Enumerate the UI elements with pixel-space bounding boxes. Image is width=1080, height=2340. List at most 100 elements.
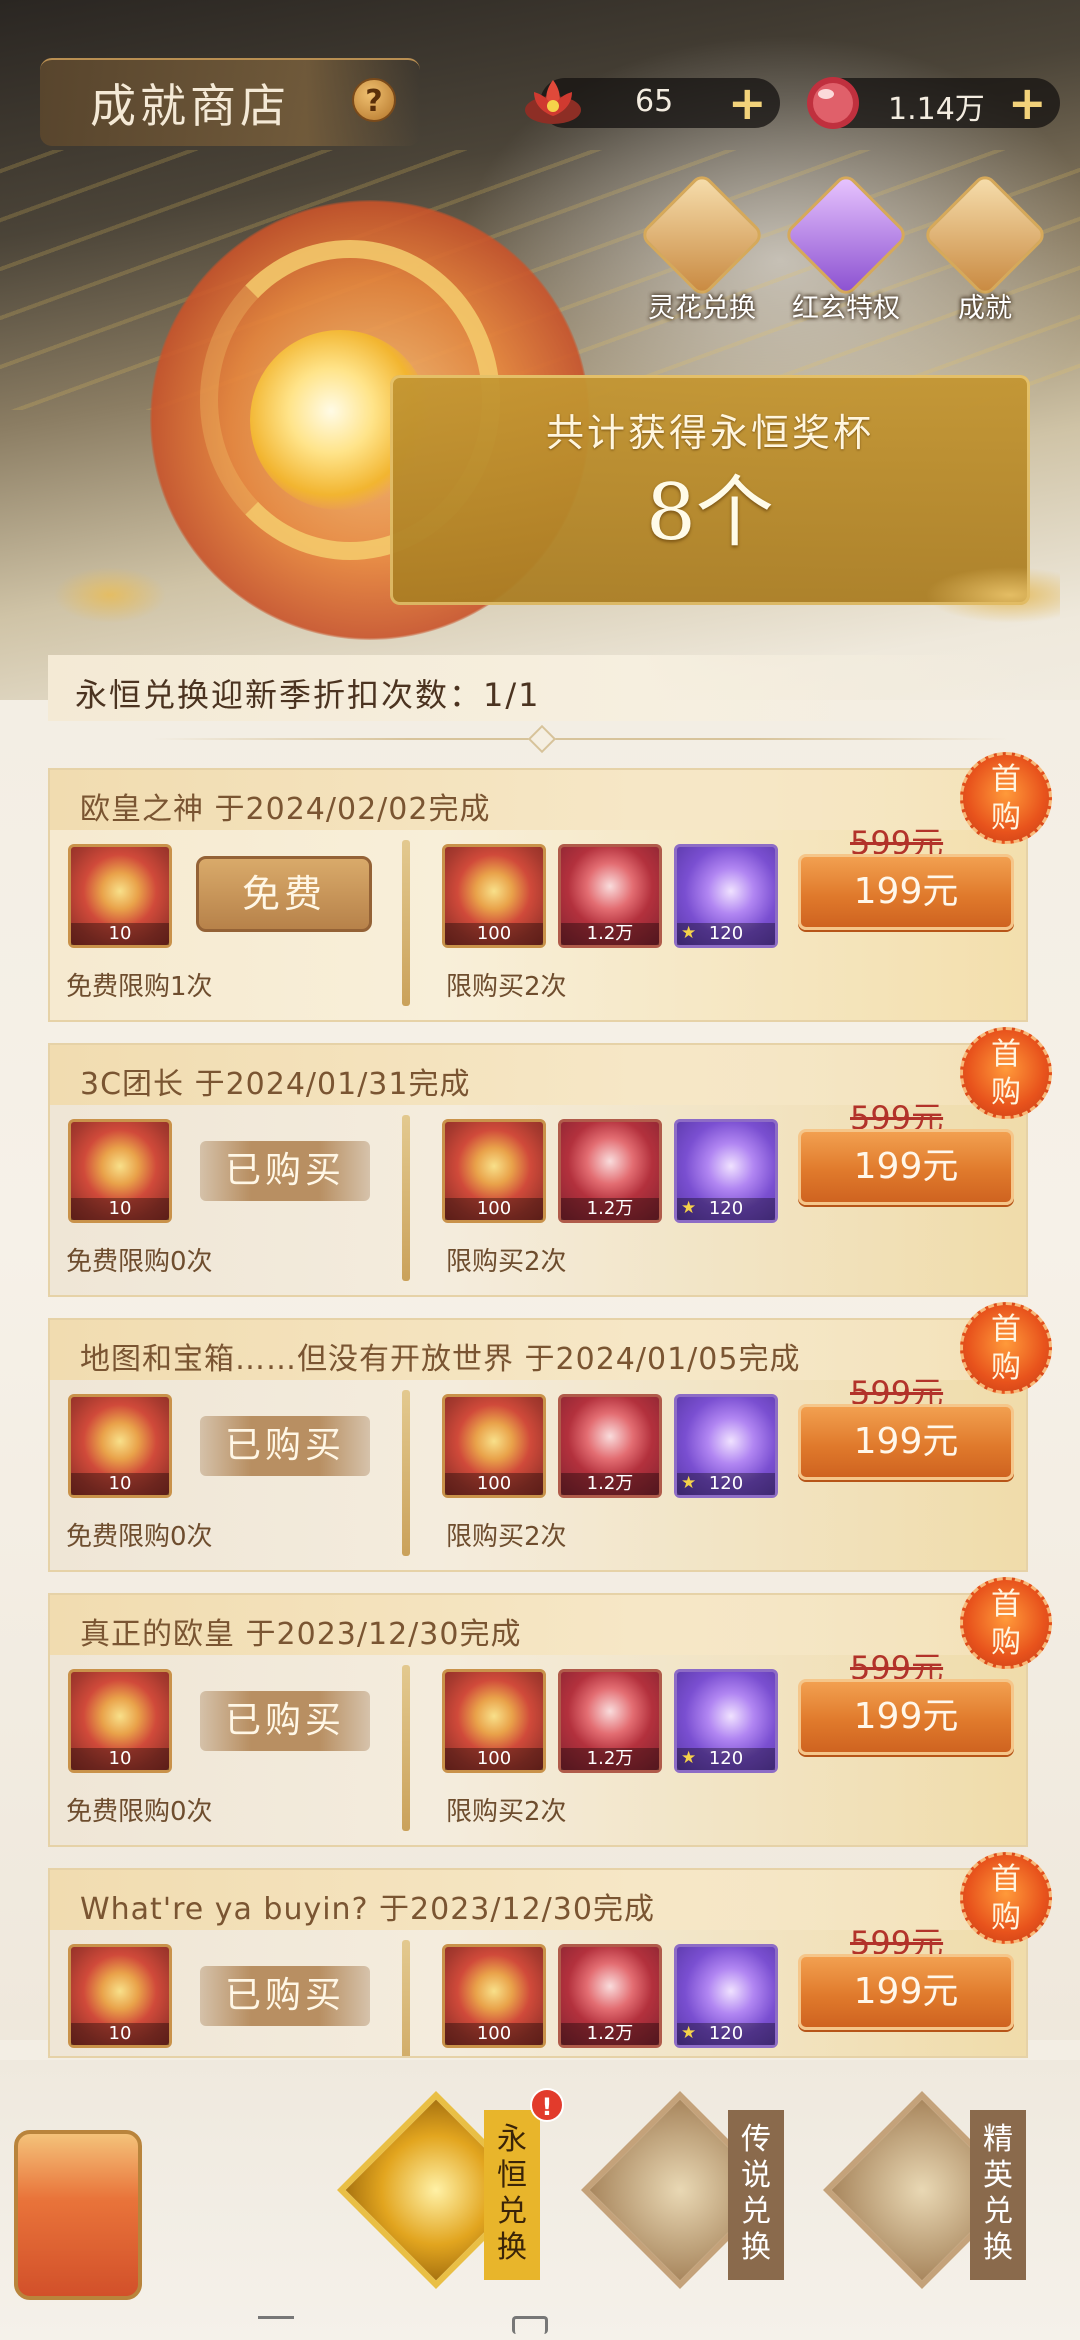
- red-pearl-icon[interactable]: 1.2万: [558, 844, 662, 948]
- star-icon: ★: [681, 923, 697, 943]
- help-button[interactable]: ?: [352, 78, 396, 122]
- item-quantity: 10: [71, 923, 169, 945]
- red-lotus-icon[interactable]: 10: [68, 1394, 172, 1498]
- red-pearl-icon: [807, 77, 859, 129]
- item-quantity: 100: [445, 1748, 543, 1770]
- divider: [402, 840, 410, 1006]
- lotus-exchange-label: 灵花兑换: [648, 293, 756, 324]
- red-pearl-icon[interactable]: 1.2万: [558, 1394, 662, 1498]
- item-quantity: 1.2万: [561, 2023, 659, 2045]
- first-purchase-badge: 首购: [960, 1577, 1052, 1669]
- red-lotus-icon[interactable]: 10: [68, 1669, 172, 1773]
- star-icon: ★: [681, 1748, 697, 1768]
- pavilion-icon: [638, 171, 766, 299]
- purple-spirit-icon[interactable]: 120 ★: [674, 1119, 778, 1223]
- purple-spirit-icon[interactable]: 120 ★: [674, 1944, 778, 2048]
- back-key-icon[interactable]: [780, 2316, 816, 2334]
- card-title: 3C团长 于2024/01/31完成: [80, 1067, 471, 1102]
- achievement-card: 地图和宝箱……但没有开放世界 于2024/01/05完成 10 已购买 免费限购0次 1…: [48, 1318, 1028, 1572]
- item-quantity: 100: [445, 1473, 543, 1495]
- lantern-back-button[interactable]: [14, 2130, 142, 2300]
- discount-text: 永恒兑换迎新季折扣次数：1/1: [75, 676, 541, 714]
- red-lotus-icon[interactable]: 100: [442, 844, 546, 948]
- achievement-card: 真正的欧皇 于2023/12/30完成 10 已购买 免费限购0次 100 1.2万 120…: [48, 1593, 1028, 1847]
- lotus-currency-value: 65: [635, 84, 674, 119]
- item-quantity: 1.2万: [561, 1198, 659, 1220]
- red-lotus-icon[interactable]: 100: [442, 1669, 546, 1773]
- red-lotus-icon[interactable]: 100: [442, 1119, 546, 1223]
- purple-spirit-icon[interactable]: 120 ★: [674, 1669, 778, 1773]
- card-title: What're ya buyin? 于2023/12/30完成: [80, 1892, 655, 1927]
- item-quantity: 1.2万: [561, 1473, 659, 1495]
- menu-key-icon[interactable]: [258, 2316, 294, 2334]
- cloud-swirl-decoration: [30, 560, 1060, 630]
- item-quantity: 10: [71, 1473, 169, 1495]
- privilege-button[interactable]: 红玄特权: [781, 171, 911, 330]
- achievement-label: 成就: [958, 293, 1012, 324]
- add-pearl-button[interactable]: +: [1008, 78, 1047, 128]
- red-lotus-icon[interactable]: 100: [442, 1944, 546, 2048]
- red-lotus-icon[interactable]: 10: [68, 1119, 172, 1223]
- item-quantity: 1.2万: [561, 923, 659, 945]
- item-quantity: 1.2万: [561, 1748, 659, 1770]
- buy-button[interactable]: 199元: [798, 1679, 1014, 1755]
- divider: [402, 1665, 410, 1831]
- purchased-label: 已购买: [200, 1416, 370, 1476]
- free-limit-text: 免费限购1次: [66, 972, 213, 1002]
- item-quantity: 100: [445, 2023, 543, 2045]
- buy-button[interactable]: 199元: [798, 1129, 1014, 1205]
- purchased-label: 已购买: [200, 1691, 370, 1751]
- lotus-icon: [921, 171, 1049, 299]
- red-lotus-icon: [525, 80, 581, 124]
- home-key-icon[interactable]: [512, 2316, 548, 2334]
- card-title: 真正的欧皇 于2023/12/30完成: [80, 1617, 522, 1652]
- item-quantity: 100: [445, 1198, 543, 1220]
- trophy-title: 共计获得永恒奖杯: [545, 411, 874, 455]
- add-lotus-button[interactable]: +: [728, 78, 767, 128]
- buy-button[interactable]: 199元: [798, 854, 1014, 930]
- purchased-label: 已购买: [200, 1141, 370, 1201]
- buy-limit-text: 限购买2次: [446, 1247, 567, 1277]
- card-title: 地图和宝箱……但没有开放世界 于2024/01/05完成: [80, 1342, 801, 1377]
- purple-spirit-icon[interactable]: 120 ★: [674, 844, 778, 948]
- tab-legend-exchange[interactable]: 传说兑换: [580, 2090, 784, 2290]
- tab-elite-exchange[interactable]: 精英兑换: [822, 2090, 1026, 2290]
- buy-button[interactable]: 199元: [798, 1954, 1014, 2030]
- first-purchase-badge: 首购: [960, 752, 1052, 844]
- trophy-count: 8个: [646, 468, 774, 558]
- pearl-currency-value: 1.14万: [888, 92, 985, 127]
- red-pearl-icon[interactable]: 1.2万: [558, 1119, 662, 1223]
- red-lotus-icon[interactable]: 100: [442, 1394, 546, 1498]
- red-pearl-icon[interactable]: 1.2万: [558, 1669, 662, 1773]
- tab-eternal-exchange[interactable]: 永恒兑换: [336, 2090, 540, 2290]
- free-limit-text: 免费限购0次: [66, 1247, 213, 1277]
- star-icon: ★: [681, 1198, 697, 1218]
- first-purchase-badge: 首购: [960, 1852, 1052, 1944]
- tab-eternal-exchange-label: 永恒兑换: [484, 2110, 540, 2280]
- achievement-card: What're ya buyin? 于2023/12/30完成 10 已购买 100 1…: [48, 1868, 1028, 2058]
- item-quantity: 10: [71, 1748, 169, 1770]
- card-title: 欧皇之神 于2024/02/02完成: [80, 792, 491, 827]
- achievement-button[interactable]: 成就: [920, 171, 1050, 330]
- achievement-card: 3C团长 于2024/01/31完成 10 已购买免费限购0次 100 1.2万 120 ★…: [48, 1043, 1028, 1297]
- buy-limit-text: 限购买2次: [446, 1797, 567, 1827]
- buy-limit-text: 限购买2次: [446, 972, 567, 1002]
- free-claim-button[interactable]: 免费: [196, 856, 372, 932]
- red-pearl-icon[interactable]: 1.2万: [558, 1944, 662, 2048]
- red-lotus-icon[interactable]: 10: [68, 1944, 172, 2048]
- checkmark-icon: [782, 171, 910, 299]
- tab-elite-exchange-label: 精英兑换: [970, 2110, 1026, 2280]
- achievement-card: 欧皇之神 于2024/02/02完成 10 免费免费限购1次 100 1.2万 120 ★ 限…: [48, 768, 1028, 1022]
- buy-button[interactable]: 199元: [798, 1404, 1014, 1480]
- red-lotus-icon[interactable]: 10: [68, 844, 172, 948]
- divider: [402, 1940, 410, 2056]
- purchased-label: 已购买: [200, 1966, 370, 2026]
- divider: [150, 738, 1010, 740]
- page-title: 成就商店: [90, 79, 290, 133]
- divider: [402, 1115, 410, 1281]
- first-purchase-badge: 首购: [960, 1027, 1052, 1119]
- star-icon: ★: [681, 1473, 697, 1493]
- purple-spirit-icon[interactable]: 120 ★: [674, 1394, 778, 1498]
- lotus-exchange-button[interactable]: 灵花兑换: [637, 171, 767, 330]
- star-icon: ★: [681, 2023, 697, 2043]
